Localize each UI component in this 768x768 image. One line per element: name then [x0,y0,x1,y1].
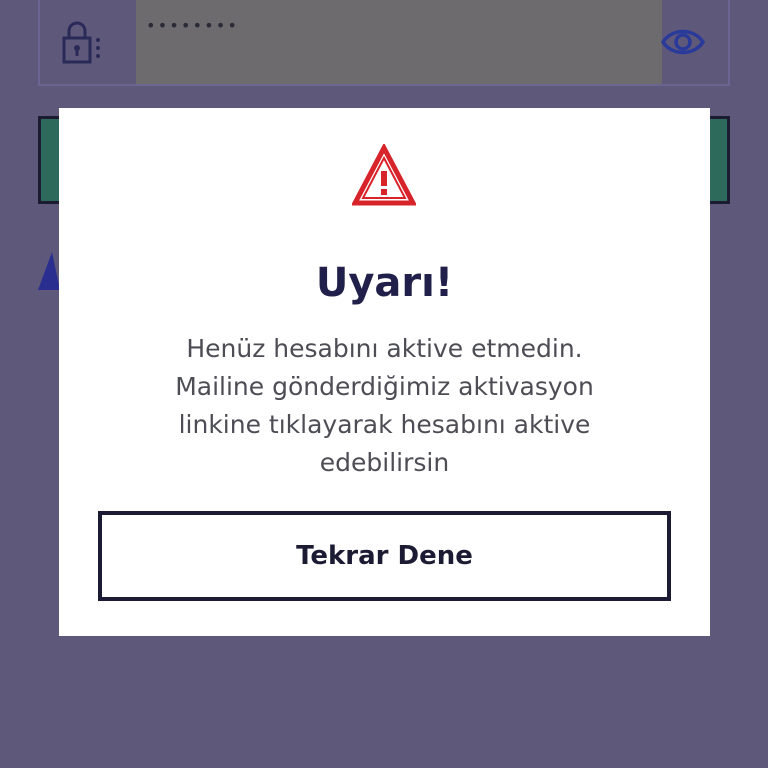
dialog-title: Uyarı! [315,260,454,306]
password-row [38,0,730,86]
warning-dialog: Uyarı! Henüz hesabını aktive etmedin. Ma… [59,108,710,636]
eye-icon[interactable] [660,22,706,62]
login-screen: Uyarı! Henüz hesabını aktive etmedin. Ma… [0,0,768,768]
dialog-message: Henüz hesabını aktive etmedin. Mailine g… [175,334,594,477]
lock-icon [58,18,108,68]
decorative-shape [38,252,60,290]
retry-button[interactable]: Tekrar Dene [98,511,671,601]
password-input[interactable] [136,0,662,84]
warning-icon [350,142,418,208]
